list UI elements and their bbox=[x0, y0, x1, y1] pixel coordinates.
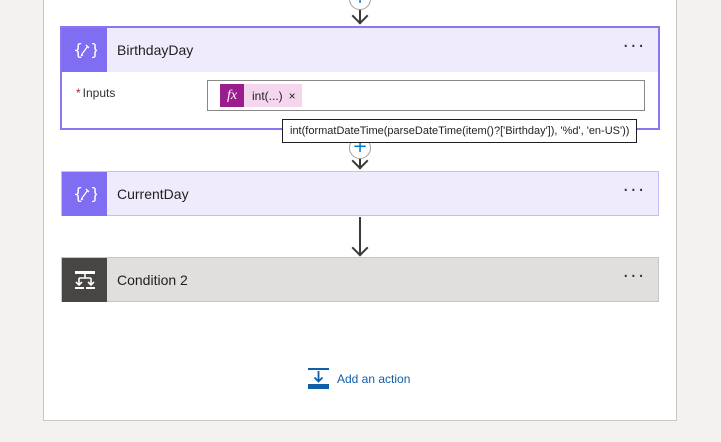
inputs-field[interactable]: fx int(...) × bbox=[207, 80, 645, 111]
card-title: CurrentDay bbox=[117, 186, 189, 202]
expression-token-label: int(...) bbox=[252, 88, 283, 103]
inputs-label: * Inputs bbox=[76, 86, 115, 100]
card-header[interactable]: Condition 2 ··· bbox=[62, 258, 658, 302]
more-options-button[interactable]: ··· bbox=[623, 38, 646, 56]
card-title: Condition 2 bbox=[117, 272, 188, 288]
svg-text:}: } bbox=[90, 40, 97, 59]
action-card-birthdayday[interactable]: { } BirthdayDay ··· *Inputs fx int(...) … bbox=[60, 26, 660, 130]
add-action-button[interactable]: Add an action bbox=[308, 368, 410, 389]
fx-icon: fx bbox=[220, 84, 244, 107]
action-card-currentday[interactable]: { } CurrentDay ··· bbox=[61, 171, 659, 216]
variable-icon: { } bbox=[62, 28, 107, 72]
add-action-label: Add an action bbox=[337, 371, 411, 386]
card-header[interactable]: { } CurrentDay ··· bbox=[62, 172, 658, 216]
remove-token-button[interactable]: × bbox=[289, 89, 302, 103]
variable-icon: { } bbox=[62, 172, 107, 216]
svg-text:}: } bbox=[90, 184, 97, 203]
action-card-condition-2[interactable]: Condition 2 ··· bbox=[61, 257, 659, 302]
svg-text:{: { bbox=[73, 40, 83, 59]
more-options-button[interactable]: ··· bbox=[623, 268, 646, 286]
card-header[interactable]: { } BirthdayDay ··· bbox=[62, 28, 658, 72]
required-indicator: * bbox=[76, 86, 81, 100]
inputs-label-text: Inputs bbox=[82, 86, 116, 100]
expression-token[interactable]: fx int(...) × bbox=[220, 84, 302, 107]
more-options-button[interactable]: ··· bbox=[623, 182, 646, 200]
condition-icon bbox=[62, 258, 107, 302]
expression-tooltip: int(formatDateTime(parseDateTime(item()?… bbox=[282, 119, 638, 143]
card-title: BirthdayDay bbox=[117, 42, 194, 58]
svg-text:{: { bbox=[73, 184, 83, 203]
add-action-icon bbox=[308, 368, 329, 389]
